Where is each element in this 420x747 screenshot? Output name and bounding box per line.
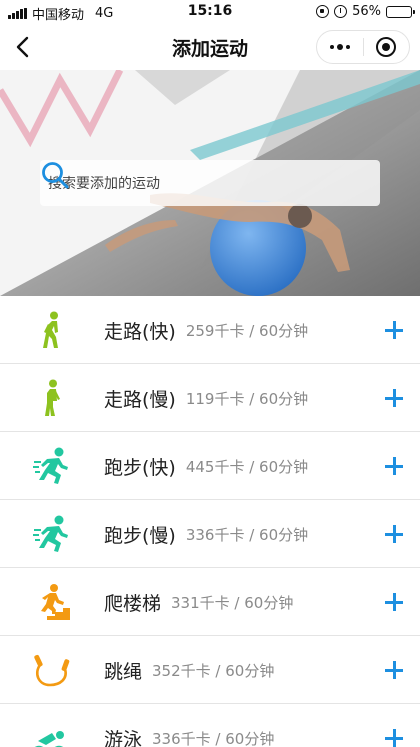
jump-rope-icon bbox=[30, 648, 74, 692]
list-item[interactable]: 走路(快) 259千卡 / 60分钟 bbox=[0, 296, 420, 364]
activity-name: 游泳 bbox=[104, 728, 143, 747]
activity-stats: 331千卡 / 60分钟 bbox=[171, 593, 294, 612]
running-icon bbox=[30, 512, 74, 556]
nav-bar: 添加运动 bbox=[0, 24, 420, 70]
alarm-icon bbox=[334, 5, 348, 18]
more-dots-icon bbox=[329, 44, 350, 50]
list-item[interactable]: 爬楼梯 331千卡 / 60分钟 bbox=[0, 568, 420, 636]
plus-icon bbox=[385, 593, 403, 611]
search-button[interactable] bbox=[42, 160, 380, 206]
list-item[interactable]: 跑步(快) 445千卡 / 60分钟 bbox=[0, 432, 420, 500]
search-input[interactable]: 搜索要添加的运动 bbox=[40, 160, 380, 206]
plus-icon bbox=[385, 321, 403, 339]
activity-info: 爬楼梯 331千卡 / 60分钟 bbox=[104, 568, 293, 636]
search-icon bbox=[42, 162, 69, 189]
activity-info: 走路(慢) 119千卡 / 60分钟 bbox=[104, 364, 308, 432]
walking-icon bbox=[30, 376, 74, 420]
list-item[interactable]: 走路(慢) 119千卡 / 60分钟 bbox=[0, 364, 420, 432]
plus-icon bbox=[385, 729, 403, 747]
activity-name: 跑步(慢) bbox=[104, 524, 176, 547]
close-mini-program-button[interactable] bbox=[363, 31, 409, 63]
swimming-icon bbox=[30, 716, 74, 747]
activity-name: 跑步(快) bbox=[104, 456, 176, 479]
activity-name: 走路(快) bbox=[104, 320, 176, 343]
status-bar: 中国移动 4G 15:16 56% bbox=[0, 0, 420, 24]
activity-name: 走路(慢) bbox=[104, 388, 176, 411]
activity-name: 跳绳 bbox=[104, 660, 143, 683]
add-button[interactable] bbox=[380, 520, 408, 548]
activity-stats: 336千卡 / 60分钟 bbox=[185, 525, 309, 544]
activity-list: 走路(快) 259千卡 / 60分钟 走路(慢) 119千卡 / 60分钟 跑步… bbox=[0, 296, 420, 747]
battery-percent: 56% bbox=[352, 4, 381, 19]
activity-info: 游泳 336千卡 / 60分钟 bbox=[104, 704, 274, 747]
activity-stats: 336千卡 / 60分钟 bbox=[152, 729, 275, 747]
add-button[interactable] bbox=[380, 656, 408, 684]
add-button[interactable] bbox=[380, 588, 408, 616]
activity-stats: 119千卡 / 60分钟 bbox=[185, 389, 309, 408]
list-item[interactable]: 游泳 336千卡 / 60分钟 bbox=[0, 704, 420, 747]
activity-stats: 259千卡 / 60分钟 bbox=[185, 321, 309, 340]
orientation-lock-icon bbox=[316, 5, 330, 18]
activity-stats: 445千卡 / 60分钟 bbox=[185, 457, 309, 476]
list-item[interactable]: 跳绳 352千卡 / 60分钟 bbox=[0, 636, 420, 704]
search-placeholder: 搜索要添加的运动 bbox=[48, 176, 160, 192]
walking-icon bbox=[30, 308, 74, 352]
plus-icon bbox=[385, 457, 403, 475]
mini-program-capsule bbox=[316, 30, 410, 64]
stair-climbing-icon bbox=[30, 580, 74, 624]
status-right: 56% bbox=[316, 4, 415, 19]
list-item[interactable]: 跑步(慢) 336千卡 / 60分钟 bbox=[0, 500, 420, 568]
more-button[interactable] bbox=[317, 31, 363, 63]
activity-info: 跑步(慢) 336千卡 / 60分钟 bbox=[104, 500, 308, 568]
plus-icon bbox=[385, 661, 403, 679]
target-icon bbox=[376, 37, 397, 57]
add-button[interactable] bbox=[380, 384, 408, 412]
search-banner: 搜索要添加的运动 bbox=[0, 70, 420, 296]
add-button[interactable] bbox=[380, 724, 408, 747]
plus-icon bbox=[385, 389, 403, 407]
activity-name: 爬楼梯 bbox=[104, 592, 162, 615]
plus-icon bbox=[385, 525, 403, 543]
add-button[interactable] bbox=[380, 316, 408, 344]
running-icon bbox=[30, 444, 74, 488]
activity-info: 跑步(快) 445千卡 / 60分钟 bbox=[104, 432, 308, 500]
activity-info: 跳绳 352千卡 / 60分钟 bbox=[104, 636, 274, 704]
activity-stats: 352千卡 / 60分钟 bbox=[152, 661, 275, 680]
add-button[interactable] bbox=[380, 452, 408, 480]
battery-icon bbox=[386, 5, 415, 18]
activity-info: 走路(快) 259千卡 / 60分钟 bbox=[104, 296, 308, 364]
